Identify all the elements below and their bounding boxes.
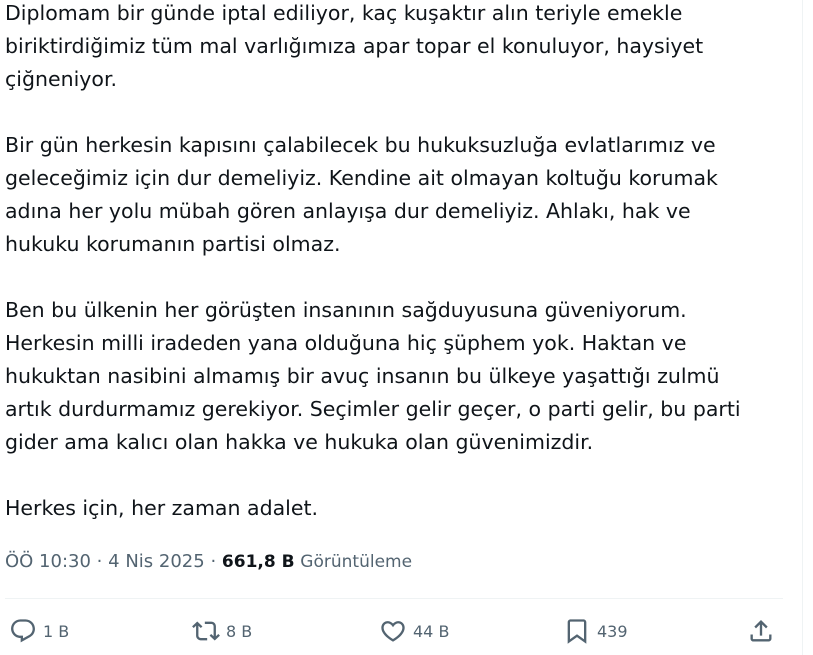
heart-icon — [381, 621, 405, 642]
tweet-meta: ÖÖ 10:30 · 4 Nis 2025 · 661,8 B Görüntül… — [5, 549, 412, 575]
share-icon — [750, 620, 772, 642]
bookmark-count: 439 — [597, 621, 628, 641]
tweet-time[interactable]: ÖÖ 10:30 — [5, 551, 91, 572]
meta-separator: · — [96, 551, 103, 572]
reply-icon — [11, 619, 35, 643]
divider — [5, 598, 783, 599]
reply-count: 1 B — [43, 621, 70, 641]
like-count: 44 B — [413, 621, 450, 641]
views-label: Görüntüleme — [300, 552, 413, 572]
retweet-button[interactable]: 8 B — [192, 612, 252, 650]
tweet-date[interactable]: 4 Nis 2025 — [108, 551, 205, 572]
reply-button[interactable]: 1 B — [9, 612, 69, 650]
tweet-detail-column: Diplomam bir günde iptal ediliyor, kaç k… — [0, 0, 803, 655]
views-count[interactable]: 661,8 B — [222, 552, 295, 572]
retweet-icon — [192, 621, 220, 641]
action-bar: 1 B 8 B 44 B 439 — [0, 612, 803, 650]
share-button[interactable] — [747, 612, 775, 650]
retweet-count: 8 B — [226, 621, 253, 641]
tweet-text: Diplomam bir günde iptal ediliyor, kaç k… — [5, 1, 741, 520]
like-button[interactable]: 44 B — [379, 612, 449, 650]
meta-separator: · — [210, 551, 217, 572]
bookmark-button[interactable]: 439 — [563, 612, 628, 650]
bookmark-icon — [567, 619, 587, 644]
